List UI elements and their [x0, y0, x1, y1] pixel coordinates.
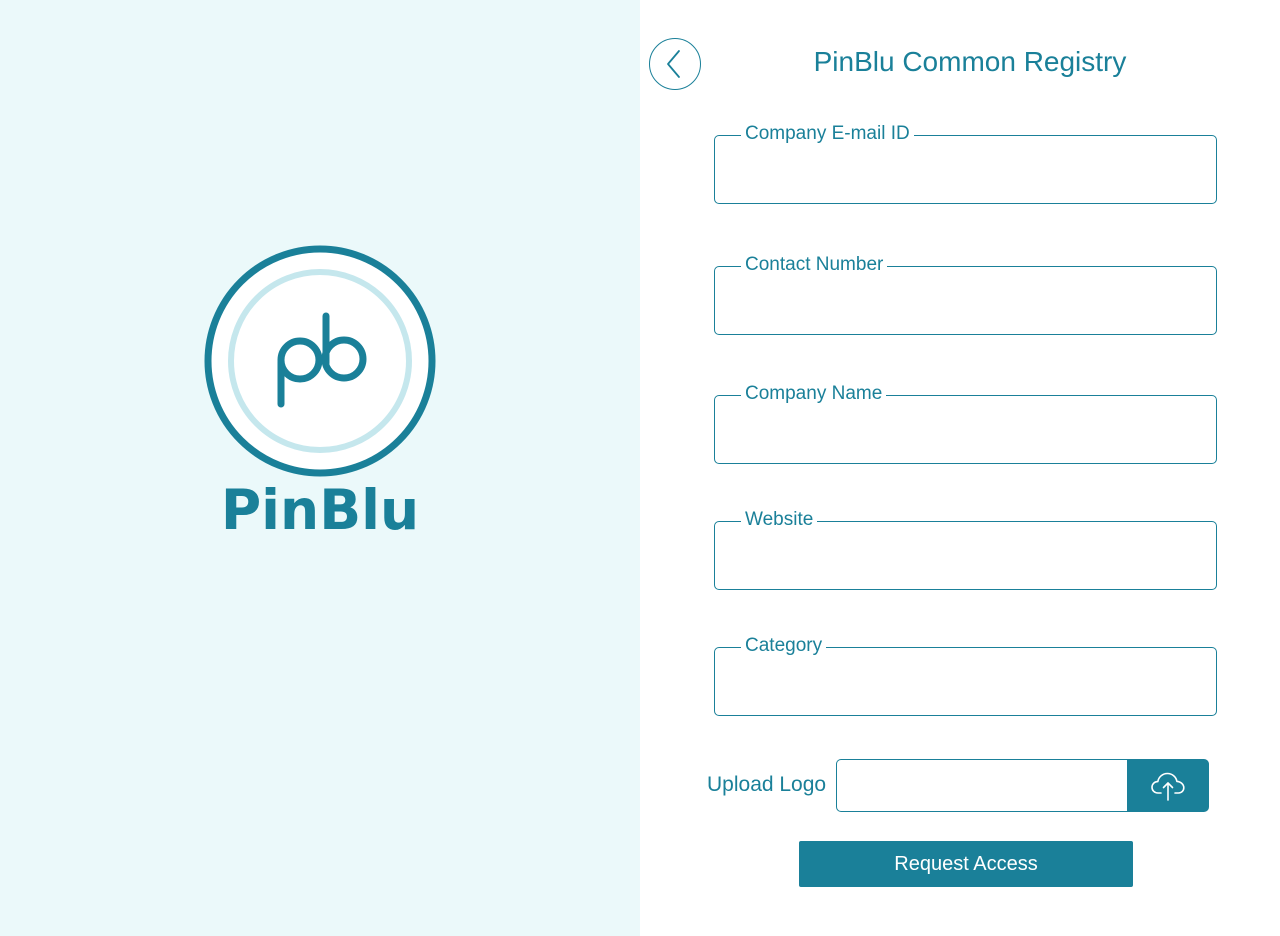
company-name-label: Company Name [741, 383, 887, 405]
registry-page: PinBlu PinBlu Common Registry Company E-… [0, 0, 1280, 936]
company-email-input[interactable] [727, 156, 1204, 195]
website-input[interactable] [727, 542, 1204, 581]
company-email-label: Company E-mail ID [741, 123, 914, 145]
request-access-button[interactable]: Request Access [799, 841, 1133, 887]
category-field[interactable]: Category [714, 635, 1217, 716]
upload-logo-button[interactable] [1127, 759, 1209, 812]
chevron-left-icon [667, 50, 680, 78]
cloud-upload-icon [1151, 772, 1185, 801]
company-name-input[interactable] [727, 416, 1204, 455]
website-field[interactable]: Website [714, 509, 1217, 590]
upload-logo-input[interactable] [836, 759, 1128, 812]
contact-number-field[interactable]: Contact Number [714, 254, 1217, 335]
contact-number-label: Contact Number [741, 254, 888, 276]
category-label: Category [741, 635, 827, 657]
category-input[interactable] [727, 668, 1204, 707]
brand-panel: PinBlu [0, 0, 640, 936]
company-email-field[interactable]: Company E-mail ID [714, 123, 1217, 204]
brand-name: PinBlu [220, 478, 420, 542]
page-title: PinBlu Common Registry [813, 46, 1127, 77]
contact-number-input[interactable] [727, 287, 1204, 326]
pinblu-logo-icon [204, 245, 436, 477]
website-label: Website [741, 509, 818, 531]
company-name-field[interactable]: Company Name [714, 383, 1217, 464]
back-button[interactable] [649, 38, 701, 90]
upload-logo-label: Upload Logo [707, 773, 827, 796]
